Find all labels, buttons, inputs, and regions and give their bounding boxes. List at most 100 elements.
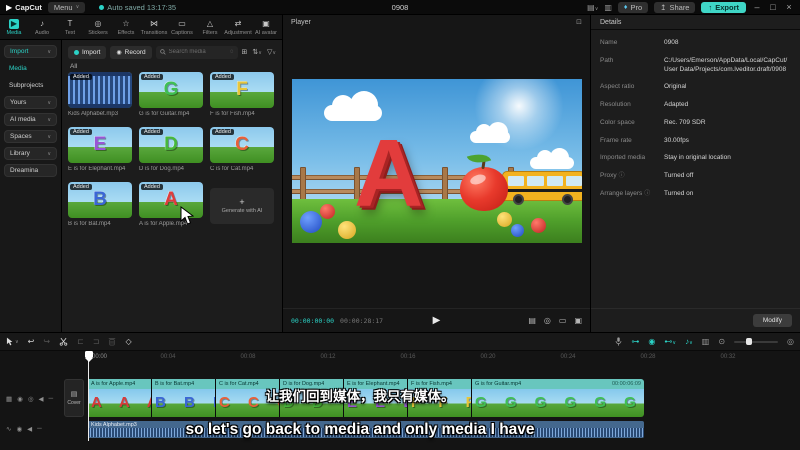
minimize-button[interactable]: – — [752, 2, 762, 12]
generate-with-ai-card[interactable]: + Generate with AI — [210, 188, 274, 224]
media-item[interactable]: F Added F is for Fish.mp4 — [210, 72, 274, 117]
sidebar-item[interactable]: Import ∨ — [4, 45, 57, 58]
sidebar-item[interactable]: Media — [4, 62, 57, 75]
sidebar-item[interactable]: AI media ∨ — [4, 113, 57, 126]
menu-label: Menu — [53, 2, 73, 12]
sidebar-item[interactable]: Yours ∨ — [4, 96, 57, 109]
import-button[interactable]: Import — [68, 45, 107, 59]
media-thumbnail[interactable]: B Added — [68, 182, 132, 218]
media-item[interactable]: E Added E is for Elephant.mp4 — [68, 127, 132, 172]
tab[interactable]: ⇄ Adjustment — [224, 15, 252, 39]
tab[interactable]: ▶ Media — [0, 15, 28, 39]
filter-all-label[interactable]: All — [70, 63, 77, 70]
fullscreen-icon[interactable]: ▣ — [574, 316, 582, 325]
keyframe-button[interactable]: ◇ — [125, 337, 131, 346]
tab[interactable]: ♪ Audio — [28, 15, 56, 39]
playhead-handle[interactable] — [84, 351, 93, 358]
close-button[interactable]: × — [784, 2, 794, 12]
split-button[interactable] — [59, 337, 68, 346]
sidebar-item-label: AI media — [10, 116, 36, 123]
media-item[interactable]: C Added C is for Cat.mp4 — [210, 127, 274, 172]
ratio-icon[interactable]: ▭ — [559, 316, 567, 325]
preview-axis-icon[interactable]: ▥ — [702, 337, 710, 346]
sidebar-item[interactable]: Library ∨ — [4, 147, 57, 160]
play-button[interactable]: ▶ — [433, 315, 441, 326]
focus-icon[interactable]: ◎ — [544, 316, 551, 325]
media-item[interactable]: D Added D is for Dog.mp4 — [139, 127, 203, 172]
zoom-fit-icon[interactable]: ◎ — [787, 337, 794, 346]
thumbnail-letter: C — [235, 134, 249, 155]
record-voiceover-button[interactable] — [615, 337, 622, 346]
sidebar-item[interactable]: Subprojects — [4, 79, 57, 92]
delete-button[interactable] — [108, 337, 116, 346]
player-options-icon[interactable]: ⊡ — [576, 18, 582, 26]
tab[interactable]: △ Filters — [196, 15, 224, 39]
details-label: Frame rate — [600, 136, 632, 144]
modify-button[interactable]: Modify — [752, 314, 792, 327]
apple — [460, 167, 508, 211]
media-item[interactable]: B Added B is for Bat.mp4 — [68, 182, 132, 227]
maximize-button[interactable]: □ — [768, 2, 778, 12]
select-tool-button[interactable]: ∨ — [6, 337, 19, 346]
ball-yellow — [338, 221, 356, 239]
zoom-slider-handle[interactable] — [746, 338, 753, 345]
trim-left-button[interactable]: ⊏ — [77, 337, 84, 346]
grid-view-icon[interactable]: ⊞ — [242, 48, 248, 56]
search-by-image-icon[interactable]: ◌ — [230, 49, 234, 55]
media-thumbnail[interactable]: F Added — [210, 72, 274, 108]
capcut-logo: ▶ CapCut — [6, 3, 42, 12]
media-thumbnail[interactable]: E Added — [68, 127, 132, 163]
pro-button[interactable]: ♦ Pro — [617, 1, 649, 13]
media-item[interactable]: Added Kids Alphabet.mp3 — [68, 72, 132, 117]
timeline-zoom-slider[interactable] — [734, 338, 779, 345]
panels-layout-icon[interactable]: ▥ — [604, 3, 612, 12]
timer-icon[interactable]: ⊙ — [718, 337, 725, 346]
cloud — [324, 91, 382, 121]
quality-icon[interactable]: ▤ — [528, 316, 536, 325]
tab[interactable]: ⋈ Transitions — [140, 15, 168, 39]
details-row: Resolution Adapted — [600, 101, 791, 110]
sidebar-item[interactable]: Dreamina — [4, 164, 57, 177]
tab[interactable]: ☆ Effects — [112, 15, 140, 39]
sidebar-item[interactable]: Spaces ∨ — [4, 130, 57, 143]
media-thumbnail[interactable]: C Added — [210, 127, 274, 163]
redo-button[interactable]: ↪ — [43, 337, 50, 346]
export-button[interactable]: ↑ Export — [701, 1, 746, 13]
details-label: Color space — [600, 118, 635, 126]
video-preview[interactable]: A — [292, 79, 582, 243]
audio-track-toggle[interactable]: ♪∨ — [685, 337, 693, 346]
menu-button[interactable]: Menu ∨ — [47, 1, 86, 13]
tab-icon: T — [67, 18, 73, 28]
details-row: Path C:/Users/Emerson/AppData/Local/CapC… — [600, 57, 791, 75]
share-button[interactable]: ↥ Share — [654, 1, 696, 13]
linking-toggle[interactable]: ⊷∨ — [664, 337, 676, 346]
tab-icon: ☆ — [122, 18, 130, 28]
ruler-label: 00:04 — [160, 354, 176, 360]
media-thumbnail[interactable]: G Added — [139, 72, 203, 108]
tab[interactable]: T Text — [56, 15, 84, 39]
autosnap-toggle[interactable]: ◉ — [648, 337, 655, 346]
media-item[interactable]: G Added G is for Guitar.mp4 — [139, 72, 203, 117]
scissors-icon — [59, 337, 68, 346]
thumbnail-letter: F — [236, 79, 248, 100]
tab-label: Audio — [34, 29, 50, 36]
timeline-ruler[interactable]: 00:04 00:08 00:12 00:16 00:20 00:24 00:28 00:32 — [0, 351, 800, 364]
ruler-label: 00:20 — [480, 354, 496, 360]
tab-icon: ▶ — [8, 18, 20, 29]
generate-label: Generate with AI — [221, 208, 263, 214]
pro-label: Pro — [630, 2, 643, 12]
media-thumbnail[interactable]: D Added — [139, 127, 203, 163]
layout-toggle-icon[interactable]: ▤∨ — [587, 3, 598, 12]
record-button[interactable]: ◉ Record — [110, 45, 152, 59]
trim-right-button[interactable]: ⊐ — [93, 337, 100, 346]
tab[interactable]: ▭ Captions — [168, 15, 196, 39]
undo-button[interactable]: ↩ — [28, 337, 35, 346]
search-input[interactable]: Search media ◌ — [155, 45, 238, 59]
export-label: Export — [715, 2, 739, 12]
filter-icon[interactable]: ▽∨ — [267, 48, 276, 56]
sort-icon[interactable]: ⇅∨ — [252, 48, 262, 56]
magnet-toggle[interactable]: ⊶ — [631, 337, 639, 346]
tab[interactable]: ▣ AI avatar — [252, 15, 280, 39]
tab[interactable]: ◎ Stickers — [84, 15, 112, 39]
media-thumbnail[interactable]: Added — [68, 72, 132, 108]
